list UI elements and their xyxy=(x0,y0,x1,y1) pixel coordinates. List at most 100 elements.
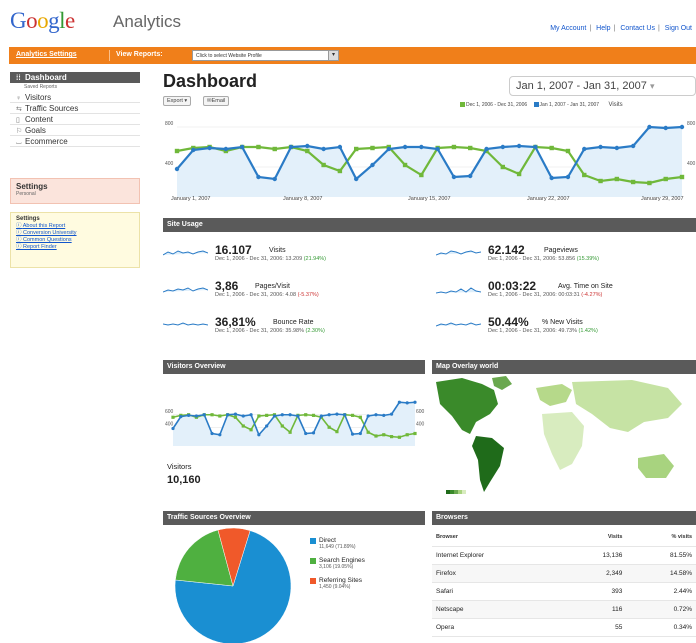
usage-bounce-rate[interactable]: 36,81% Bounce Rate Dec 1, 2006 - Dec 31,… xyxy=(163,315,423,339)
col-pct-visits[interactable]: % visits xyxy=(626,528,696,547)
usage-pageviews[interactable]: 62.142 Pageviews Dec 1, 2006 - Dec 31, 2… xyxy=(436,243,696,267)
browser-visits: 13,136 xyxy=(561,546,627,565)
data-point xyxy=(249,428,253,432)
data-point xyxy=(218,414,222,418)
browser-name: Opera xyxy=(432,618,562,637)
browsers-table: Browser Visits % visits Internet Explore… xyxy=(432,528,696,637)
world-map[interactable] xyxy=(432,374,696,502)
avg-time-value: 00:03:22 xyxy=(488,279,537,293)
profile-select[interactable]: Click to select Website Profile ▾ xyxy=(192,50,339,61)
pageviews-sparkline xyxy=(436,250,481,256)
data-point xyxy=(366,414,370,418)
table-row[interactable]: Netscape 116 0.72% xyxy=(432,600,696,619)
bounce-rate-compare: Dec 1, 2006 - Dec 31, 2006: 35.98% (2.30… xyxy=(215,328,325,334)
sidebar-item-content[interactable]: ▯ Content xyxy=(10,114,140,125)
data-point xyxy=(565,174,571,180)
view-reports-label: View Reports: xyxy=(116,51,163,58)
data-point xyxy=(239,144,245,150)
sidebar-item-traffic-sources[interactable]: ⇆ Traffic Sources xyxy=(10,103,140,114)
col-browser[interactable]: Browser xyxy=(432,528,562,547)
traffic-pie-chart xyxy=(174,527,292,643)
sidebar-item-visitors[interactable]: ♀ Visitors xyxy=(10,92,140,103)
contact-us-link[interactable]: Contact Us xyxy=(620,25,655,32)
sidebar-item-saved-reports[interactable]: Saved Reports xyxy=(10,83,140,92)
settings-box[interactable]: Settings Personal xyxy=(10,178,140,204)
data-point xyxy=(327,425,331,429)
data-point xyxy=(321,162,326,168)
chevron-down-icon[interactable]: ▾ xyxy=(328,51,338,60)
avg-time-label: Avg. Time on Site xyxy=(558,283,613,290)
data-point xyxy=(582,146,587,152)
help-link-conversion[interactable]: ⓘ Conversion University xyxy=(16,230,134,237)
export-button[interactable]: Export ▾ xyxy=(163,96,192,106)
browser-name: Internet Explorer xyxy=(432,546,562,565)
help-link-questions[interactable]: ⓘ Common Questions xyxy=(16,237,134,244)
new-visits-compare: Dec 1, 2006 - Dec 31, 2006: 49.73% (1.42… xyxy=(488,328,598,334)
data-point xyxy=(288,144,294,150)
sidebar-nav: ⁞⁞ Dashboard Saved Reports ♀ Visitors ⇆ Tra… xyxy=(10,72,140,147)
table-row[interactable]: Safari 393 2.44% xyxy=(432,582,696,601)
legend-swatch-compare xyxy=(460,102,465,108)
my-account-link[interactable]: My Account xyxy=(550,25,586,32)
usage-visits[interactable]: 16.107 Visits Dec 1, 2006 - Dec 31, 2006… xyxy=(163,243,423,267)
visitors-value: 10,160 xyxy=(167,474,201,486)
analytics-settings-link[interactable]: Analytics Settings xyxy=(16,51,77,58)
date-range-picker[interactable]: Jan 1, 2007 - Jan 31, 2007 ▾ xyxy=(509,76,696,96)
data-point xyxy=(226,413,230,417)
col-visits[interactable]: Visits xyxy=(561,528,627,547)
data-point xyxy=(305,148,310,154)
sidebar-item-dashboard[interactable]: ⁞⁞ Dashboard xyxy=(10,72,140,83)
data-point xyxy=(389,412,394,416)
date-range-value: Jan 1, 2007 - Jan 31, 2007 xyxy=(516,80,647,92)
browser-pct: 2.44% xyxy=(626,582,696,601)
help-link-finder[interactable]: ⓘ Report Finder xyxy=(16,244,134,251)
data-point xyxy=(549,145,554,151)
usage-pages-visit[interactable]: 3,86 Pages/Visit Dec 1, 2006 - Dec 31, 2… xyxy=(163,279,423,303)
data-point xyxy=(337,168,343,174)
help-link-about[interactable]: ⓘ About this Report xyxy=(16,223,134,230)
legend-swatch xyxy=(310,578,316,584)
data-point xyxy=(265,424,269,428)
y-tick-label: 600 xyxy=(165,409,174,415)
visitors-line-chart: 400 400 600 600 xyxy=(165,400,425,446)
x-tick-label: January 1, 2007 xyxy=(171,196,211,202)
pageviews-value: 62.142 xyxy=(488,243,525,257)
report-toolbar: Analytics Settings View Reports: Click t… xyxy=(9,47,696,64)
sidebar-item-ecommerce[interactable]: ⌴ Ecommerce xyxy=(10,136,140,147)
legend-primary: Jan 1, 2007 - Jan 31, 2007 xyxy=(539,102,600,108)
visits-line-chart: 400 400 800 800 xyxy=(165,121,696,197)
sign-out-link[interactable]: Sign Out xyxy=(665,25,692,32)
visits-sparkline xyxy=(163,250,208,256)
map-overlay-header: Map Overlay world xyxy=(432,360,696,374)
table-row[interactable]: Internet Explorer 13,136 81.55% xyxy=(432,546,696,565)
table-row[interactable]: Firefox 2,349 14.58% xyxy=(432,564,696,583)
data-point xyxy=(565,148,571,154)
data-point xyxy=(366,430,370,434)
table-row[interactable]: Opera 55 0.34% xyxy=(432,618,696,637)
pages-visit-compare: Dec 1, 2006 - Dec 31, 2006: 4.08 (-5.37%… xyxy=(215,292,319,298)
data-point xyxy=(327,413,331,417)
y-tick-label: 400 xyxy=(687,161,696,167)
data-point xyxy=(397,435,401,439)
browser-name: Netscape xyxy=(432,600,562,619)
browsers-header: Browsers xyxy=(432,511,696,525)
usage-new-visits[interactable]: 50.44% % New Visits Dec 1, 2006 - Dec 31… xyxy=(436,315,696,339)
pages-visit-label: Pages/Visit xyxy=(255,283,290,290)
help-box: Settings ⓘ About this Report ⓘ Conversio… xyxy=(10,212,140,268)
data-point xyxy=(413,431,417,436)
help-link[interactable]: Help xyxy=(596,25,610,32)
data-point xyxy=(265,413,269,417)
pageviews-compare: Dec 1, 2006 - Dec 31, 2006: 53.856 (15.3… xyxy=(488,256,600,262)
metric-selector[interactable]: Visits xyxy=(608,102,622,108)
product-name: Analytics xyxy=(113,12,182,31)
data-point xyxy=(614,176,620,182)
data-point xyxy=(174,148,180,154)
visitors-label: Visitors xyxy=(167,462,192,471)
bounce-rate-sparkline xyxy=(163,322,208,326)
email-button[interactable]: ✉Email xyxy=(203,96,230,106)
sidebar-item-label: Goals xyxy=(25,126,46,135)
visits-compare: Dec 1, 2006 - Dec 31, 2006: 13.209 (21.9… xyxy=(215,256,327,262)
sidebar-item-goals[interactable]: ⚐ Goals xyxy=(10,125,140,136)
x-tick-label: January 8, 2007 xyxy=(283,196,323,202)
usage-avg-time[interactable]: 00:03:22 Avg. Time on Site Dec 1, 2006 -… xyxy=(436,279,696,303)
